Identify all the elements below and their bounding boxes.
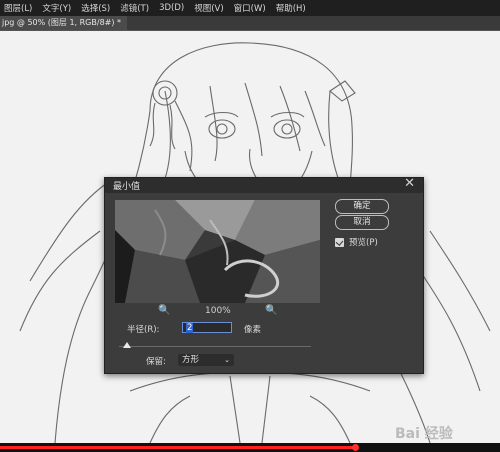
- preview-checkbox[interactable]: 预览(P): [335, 236, 378, 248]
- zoom-controls: 🔍 100% 🔍: [115, 305, 320, 319]
- menu-item-help[interactable]: 帮助(H): [276, 2, 306, 14]
- radius-value: 2: [186, 323, 194, 333]
- video-progress-fill: [0, 446, 355, 449]
- preserve-label: 保留:: [146, 357, 166, 367]
- baidu-watermark: Bai 经验: [395, 426, 453, 442]
- radius-unit: 像素: [244, 325, 262, 335]
- slider-thumb[interactable]: [122, 342, 131, 348]
- document-tab[interactable]: jpg @ 50% (图层 1, RGB/8#) *: [0, 16, 128, 30]
- document-tab-bar: jpg @ 50% (图层 1, RGB/8#) *: [0, 16, 500, 31]
- dialog-title: 最小值: [113, 182, 141, 192]
- radius-slider[interactable]: [119, 342, 311, 350]
- checkbox-checked-icon[interactable]: [335, 237, 344, 247]
- preserve-row: 保留: 方形 ⌄: [146, 354, 346, 367]
- preview-label: 预览(P): [349, 238, 378, 248]
- chevron-down-icon: ⌄: [224, 356, 230, 364]
- zoom-out-icon[interactable]: 🔍: [158, 305, 170, 316]
- menu-item-layer[interactable]: 图层(L): [4, 2, 32, 14]
- preview-image: [115, 200, 320, 303]
- video-progress-bar[interactable]: [0, 443, 500, 452]
- preserve-value: 方形: [182, 355, 200, 365]
- close-icon[interactable]: ✕: [404, 176, 415, 191]
- minimum-filter-dialog: 最小值 ✕ 🔍 100% 🔍 确定 取消 预览(P) 半径(R): 2 像素 保…: [104, 176, 424, 374]
- menu-bar: 图层(L) 文字(Y) 选择(S) 滤镜(T) 3D(D) 视图(V) 窗口(W…: [0, 0, 500, 16]
- menu-item-type[interactable]: 文字(Y): [42, 2, 71, 14]
- preserve-select[interactable]: 方形 ⌄: [178, 354, 234, 366]
- radius-label: 半径(R):: [127, 325, 160, 335]
- zoom-in-icon[interactable]: 🔍: [265, 305, 277, 316]
- slider-track: [119, 346, 311, 347]
- menu-item-select[interactable]: 选择(S): [81, 2, 110, 14]
- menu-item-view[interactable]: 视图(V): [194, 2, 223, 14]
- cancel-button[interactable]: 取消: [335, 215, 389, 230]
- radius-row: 半径(R): 2 像素: [127, 322, 327, 335]
- dialog-title-bar[interactable]: 最小值 ✕: [105, 176, 423, 193]
- zoom-level: 100%: [205, 306, 231, 316]
- menu-item-3d[interactable]: 3D(D): [159, 3, 184, 13]
- video-progress-knob[interactable]: [352, 444, 359, 451]
- menu-item-filter[interactable]: 滤镜(T): [120, 2, 149, 14]
- menu-item-window[interactable]: 窗口(W): [234, 2, 266, 14]
- ok-button[interactable]: 确定: [335, 199, 389, 214]
- radius-input[interactable]: 2: [182, 322, 232, 333]
- filter-preview[interactable]: [115, 200, 320, 303]
